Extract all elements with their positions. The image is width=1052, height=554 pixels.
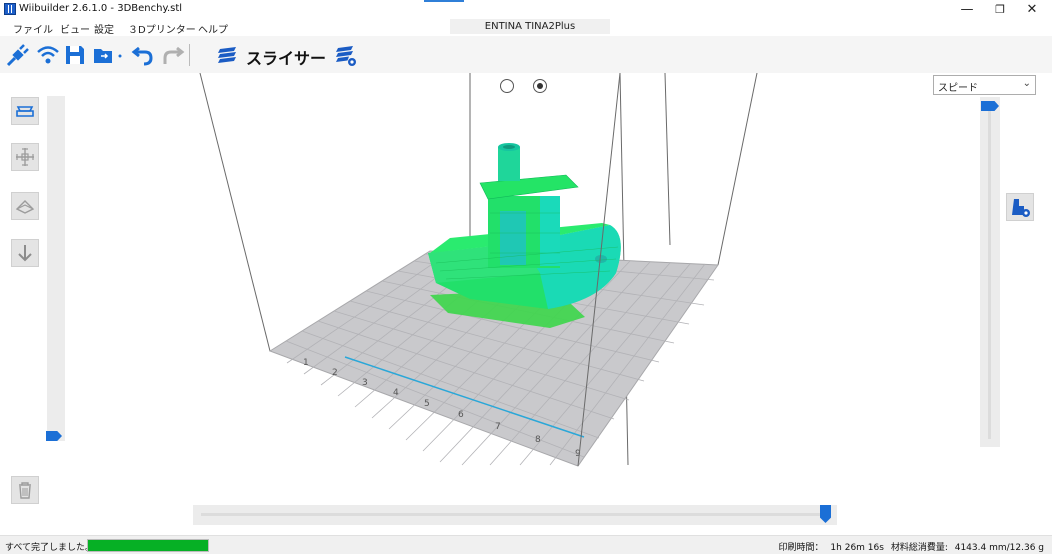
print-progress-slider[interactable]	[193, 505, 837, 525]
move-tool-button[interactable]	[11, 143, 39, 171]
arrow-down-icon	[18, 245, 32, 262]
drop-to-bed-button[interactable]	[11, 239, 39, 267]
app-logo-icon	[4, 3, 16, 15]
material-value: 4143.4 mm/12.36 g	[954, 543, 1044, 553]
perspective-view-icon	[16, 106, 34, 117]
rotate-tool-button[interactable]	[11, 192, 39, 220]
ruler-tick-5: 5	[424, 399, 430, 409]
menu-help[interactable]: ヘルプ	[198, 21, 228, 36]
layer-range-slider-left[interactable]	[47, 96, 65, 441]
printer-name: ENTINA TINA2Plus	[450, 19, 610, 34]
status-progress-fill	[88, 540, 208, 551]
ruler-tick-7: 7	[495, 422, 501, 432]
slice-settings-icon[interactable]	[333, 42, 359, 68]
close-button[interactable]: ✕	[1022, 2, 1042, 18]
toolbar: スライサー	[0, 36, 1052, 73]
ruler-tick-8: 8	[535, 435, 541, 445]
ruler-tick-2: 2	[332, 368, 338, 378]
status-message: すべて完了しました。	[5, 543, 95, 553]
support-settings-button[interactable]	[1006, 193, 1034, 221]
minimize-button[interactable]: —	[957, 2, 977, 18]
3d-viewport[interactable]: 1 2 3 4 5 6 7 8 9 スピード ⌄	[0, 73, 1052, 535]
material-label: 材料総消費量:	[890, 543, 948, 553]
menu-settings[interactable]: 設定	[94, 21, 114, 36]
delete-button[interactable]	[11, 476, 39, 504]
color-mode-select[interactable]: スピード ⌄	[933, 75, 1036, 95]
ruler-tick-4: 4	[393, 388, 399, 398]
scene-canvas[interactable]: 1 2 3 4 5 6 7 8 9	[0, 73, 1052, 535]
wifi-icon[interactable]	[35, 42, 61, 68]
undo-icon[interactable]	[130, 42, 156, 68]
view-mode-preview-radio[interactable]	[533, 79, 547, 93]
color-mode-value: スピード	[938, 83, 978, 94]
dropdown-arrow-icon[interactable]	[116, 42, 124, 68]
menu-view[interactable]: ビュー	[60, 21, 90, 36]
chevron-down-icon: ⌄	[1022, 78, 1031, 89]
ruler-tick-6: 6	[458, 410, 464, 420]
move-icon	[16, 148, 34, 166]
support-gear-icon	[1012, 199, 1030, 217]
save-icon[interactable]	[62, 42, 88, 68]
menu-3d-printer[interactable]: ３Dプリンター	[128, 21, 196, 36]
toolbar-separator	[189, 44, 190, 66]
eraser-rotate-icon	[15, 200, 35, 214]
status-progress-bar	[87, 539, 209, 552]
print-stats: 印刷時間： 1h 26m 16s 材料総消費量: 4143.4 mm/12.36…	[775, 540, 1044, 553]
trash-icon	[19, 482, 31, 499]
ruler-tick-3: 3	[362, 378, 368, 388]
restore-button[interactable]: ❐	[990, 2, 1010, 18]
slicer-layers-icon[interactable]	[214, 42, 240, 68]
open-folder-icon[interactable]	[92, 42, 118, 68]
window-title: Wiibuilder 2.6.1.0 - 3DBenchy.stl	[19, 3, 183, 14]
ruler-tick-1: 1	[303, 358, 309, 368]
view-home-button[interactable]	[11, 97, 39, 125]
menu-file[interactable]: ファイル	[13, 21, 53, 36]
connect-icon[interactable]	[5, 42, 31, 68]
redo-icon[interactable]	[160, 42, 186, 68]
view-mode-model-radio[interactable]	[500, 79, 514, 93]
status-bar: すべて完了しました。 印刷時間： 1h 26m 16s 材料総消費量: 4143…	[0, 535, 1052, 554]
slicer-button[interactable]: スライサー	[246, 45, 326, 69]
layer-slider-right[interactable]	[980, 97, 1000, 447]
print-time-label: 印刷時間：	[778, 543, 824, 553]
print-time-value: 1h 26m 16s	[830, 543, 884, 553]
title-bar: Wiibuilder 2.6.1.0 - 3DBenchy.stl — ❐ ✕	[0, 0, 1052, 19]
tab-indicator	[424, 0, 464, 2]
